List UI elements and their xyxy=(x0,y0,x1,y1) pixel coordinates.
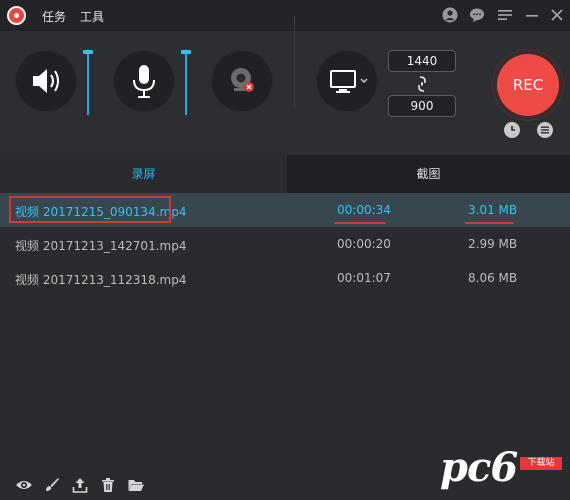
chat-icon[interactable] xyxy=(469,7,485,23)
minimize-icon[interactable] xyxy=(524,7,540,23)
aspect-lock-icon[interactable] xyxy=(413,75,431,93)
speaker-volume-fill xyxy=(87,52,89,115)
microphone-volume-knob[interactable] xyxy=(181,50,191,55)
recording-name: 视频 20171213_112318.mp4 xyxy=(15,273,187,287)
recording-size: 8.06 MB xyxy=(468,271,518,285)
list-item[interactable]: 视频 20171215_090134.mp4 00:00:34 3.01 MB xyxy=(0,193,570,227)
microphone-icon xyxy=(133,65,155,98)
edit-brush-icon[interactable] xyxy=(43,476,61,494)
recording-duration: 00:01:07 xyxy=(337,271,391,285)
toolbar-divider xyxy=(294,16,295,108)
view-tabs: 录屏 截图 xyxy=(0,155,570,193)
menu-task[interactable]: 任务 xyxy=(42,8,66,25)
height-input[interactable]: 900 xyxy=(388,95,456,117)
speaker-icon xyxy=(33,69,59,93)
recording-size: 3.01 MB xyxy=(468,203,518,217)
watermark-tag: 下载站 xyxy=(520,457,562,470)
monitor-icon xyxy=(330,70,368,93)
title-bar: 任务 工具 xyxy=(0,0,570,31)
recording-list: 视频 20171215_090134.mp4 00:00:34 3.01 MB … xyxy=(0,193,570,295)
settings-list-icon[interactable] xyxy=(537,122,553,138)
webcam-button[interactable] xyxy=(211,50,273,112)
upload-icon[interactable] xyxy=(71,476,89,494)
preview-eye-icon[interactable] xyxy=(15,476,33,494)
app-logo-icon xyxy=(7,6,26,25)
microphone-volume-fill xyxy=(185,52,187,115)
speaker-button[interactable] xyxy=(15,50,77,112)
list-item[interactable]: 视频 20171213_112318.mp4 00:01:07 8.06 MB xyxy=(0,261,570,295)
duration-underline xyxy=(334,222,386,224)
trash-icon[interactable] xyxy=(99,476,117,494)
display-select-button[interactable] xyxy=(316,50,378,112)
microphone-button[interactable] xyxy=(113,50,175,112)
tab-record[interactable]: 录屏 xyxy=(0,155,287,193)
menu-tools[interactable]: 工具 xyxy=(80,8,104,25)
recording-duration: 00:00:20 xyxy=(337,237,391,251)
open-folder-icon[interactable] xyxy=(127,476,145,494)
highlight-box xyxy=(9,196,171,223)
tab-screenshot[interactable]: 截图 xyxy=(287,155,570,193)
rec-button[interactable]: REC xyxy=(497,54,559,116)
menu-icon[interactable] xyxy=(497,7,513,23)
size-underline xyxy=(465,222,514,224)
microphone-volume-slider[interactable] xyxy=(181,49,191,115)
speaker-volume-slider[interactable] xyxy=(83,49,93,115)
recording-size: 2.99 MB xyxy=(468,237,518,251)
user-icon[interactable] xyxy=(442,7,458,23)
width-input[interactable]: 1440 xyxy=(388,50,456,72)
list-item[interactable]: 视频 20171213_142701.mp4 00:00:20 2.99 MB xyxy=(0,227,570,261)
recording-duration: 00:00:34 xyxy=(337,203,391,217)
pc6-watermark-logo: pc6 下载站 xyxy=(440,444,564,496)
schedule-clock-icon[interactable] xyxy=(504,122,520,138)
speaker-volume-knob[interactable] xyxy=(83,50,93,55)
watermark-text: pc6 xyxy=(440,444,518,491)
close-icon[interactable] xyxy=(549,7,565,23)
webcam-off-icon xyxy=(231,68,254,92)
recording-name: 视频 20171213_142701.mp4 xyxy=(15,239,187,253)
